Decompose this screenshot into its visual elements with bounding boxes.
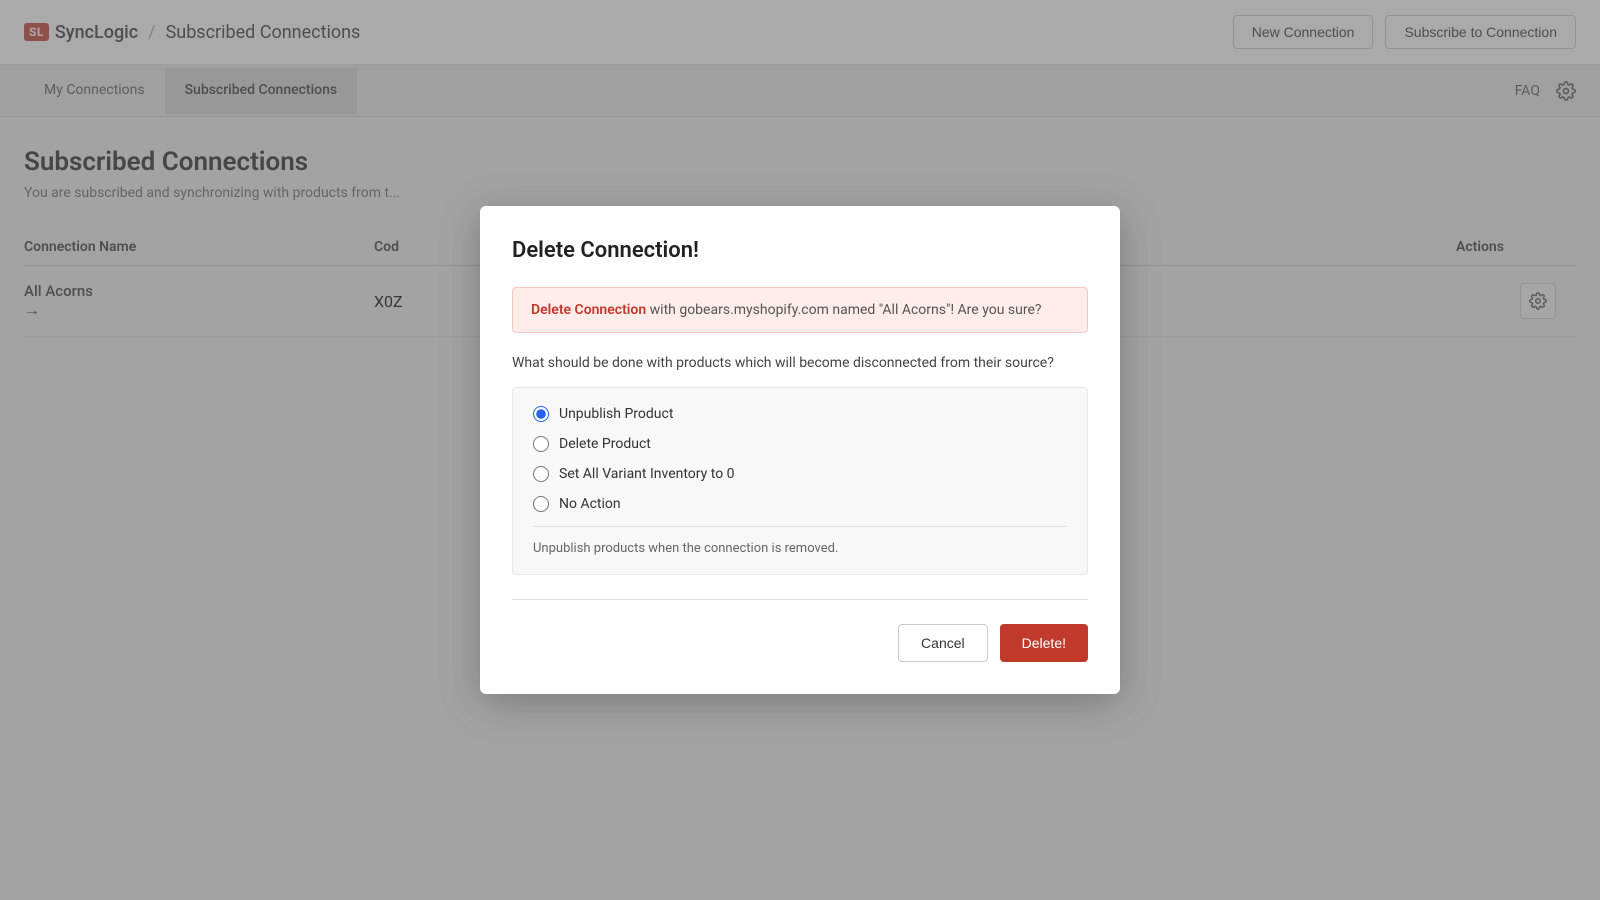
warning-link: Delete Connection [531, 302, 646, 318]
delete-connection-modal: Delete Connection! Delete Connection wit… [480, 206, 1120, 694]
radio-no-action[interactable] [533, 496, 549, 512]
option-unpublish[interactable]: Unpublish Product [533, 406, 1067, 422]
modal-actions: Cancel Delete! [512, 624, 1088, 662]
warning-text: with gobears.myshopify.com named "All Ac… [646, 302, 1041, 318]
modal-title: Delete Connection! [512, 238, 1088, 263]
delete-button[interactable]: Delete! [1000, 624, 1088, 662]
option-unpublish-label: Unpublish Product [559, 406, 673, 422]
option-no-action-label: No Action [559, 496, 621, 512]
option-delete[interactable]: Delete Product [533, 436, 1067, 452]
option-inventory-label: Set All Variant Inventory to 0 [559, 466, 735, 482]
radio-inventory[interactable] [533, 466, 549, 482]
modal-question: What should be done with products which … [512, 355, 1088, 371]
option-inventory[interactable]: Set All Variant Inventory to 0 [533, 466, 1067, 482]
cancel-button[interactable]: Cancel [898, 624, 988, 662]
option-delete-label: Delete Product [559, 436, 651, 452]
modal-overlay: Delete Connection! Delete Connection wit… [0, 0, 1600, 900]
modal-divider [512, 599, 1088, 600]
modal-options: Unpublish Product Delete Product Set All… [512, 387, 1088, 575]
modal-warning: Delete Connection with gobears.myshopify… [512, 287, 1088, 333]
radio-delete[interactable] [533, 436, 549, 452]
option-no-action[interactable]: No Action [533, 496, 1067, 512]
radio-unpublish[interactable] [533, 406, 549, 422]
option-note: Unpublish products when the connection i… [533, 526, 1067, 556]
